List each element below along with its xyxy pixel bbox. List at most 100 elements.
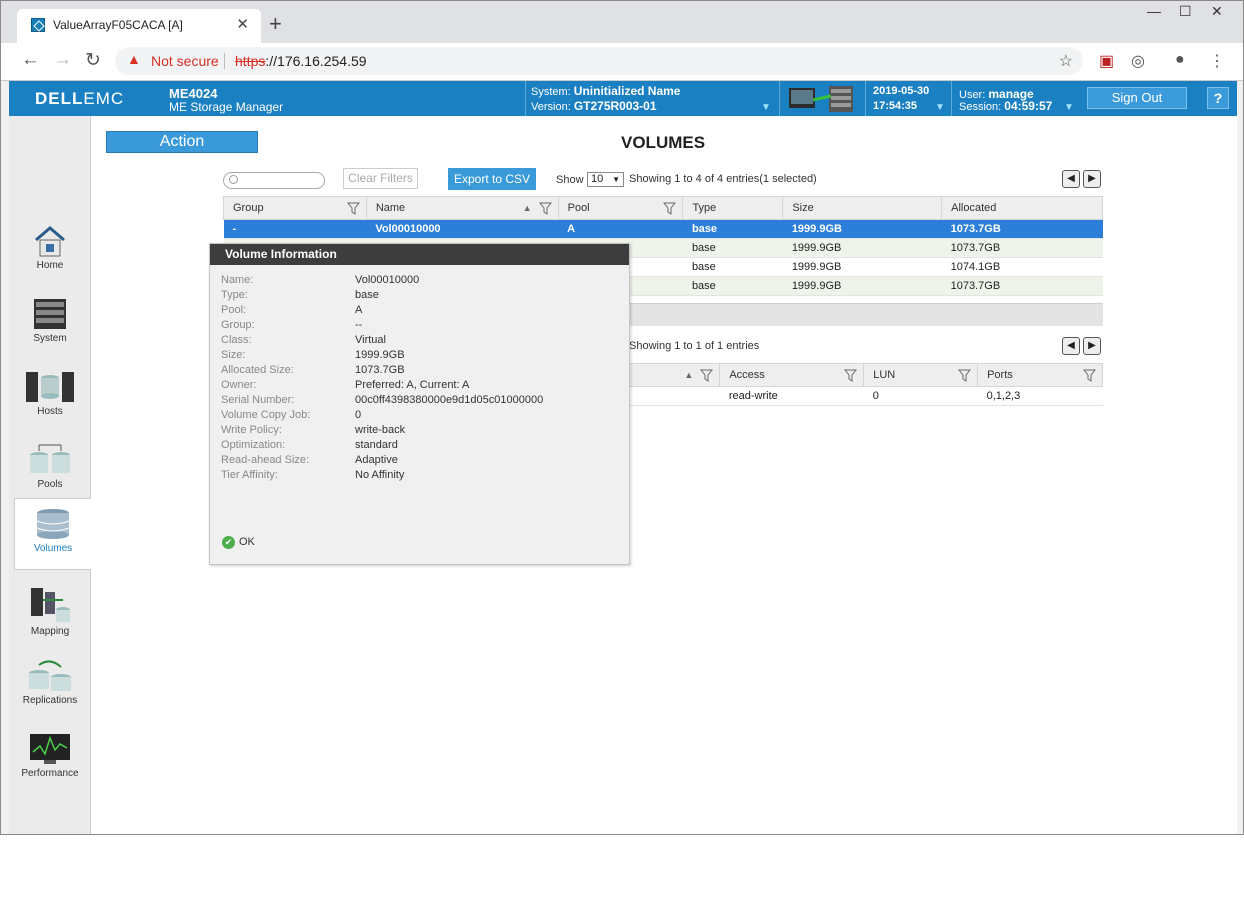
column-header-ports[interactable]: Ports	[977, 363, 1103, 387]
column-header-type[interactable]: Type	[682, 196, 784, 220]
filter-icon[interactable]	[346, 202, 360, 215]
column-header-name[interactable]: Name ▲	[365, 196, 559, 220]
clear-filters-button[interactable]: Clear Filters	[343, 168, 418, 189]
header-divider	[779, 81, 780, 116]
field-label: Serial Number:	[221, 394, 295, 406]
header-divider	[865, 81, 866, 116]
column-header-group[interactable]: Group	[223, 196, 367, 220]
new-tab-icon[interactable]: +	[269, 11, 282, 37]
expand-arrow-icon[interactable]: ▼	[1064, 102, 1074, 113]
browser-tab[interactable]: ValueArrayF05CACA [A] ✕	[17, 9, 261, 43]
field-label: Read-ahead Size:	[221, 454, 310, 466]
field-value: Vol00010000	[355, 274, 420, 286]
reload-icon[interactable]: ↻	[85, 49, 101, 72]
filter-icon[interactable]	[958, 369, 972, 382]
cell-allocated: 1074.1GB	[941, 257, 1103, 277]
help-button[interactable]: ?	[1207, 87, 1229, 109]
check-icon: ✔	[222, 536, 235, 549]
session-info: Session: 04:59:57	[959, 99, 1052, 113]
nav-item-mapping[interactable]: Mapping	[15, 578, 85, 646]
pdf-extension-icon[interactable]: ▣	[1099, 51, 1114, 71]
search-input[interactable]	[223, 172, 325, 189]
forward-icon[interactable]: →	[53, 49, 72, 71]
filter-icon[interactable]	[538, 202, 552, 215]
mapping-next-page-button[interactable]: ▶	[1083, 337, 1101, 355]
bookmark-star-icon[interactable]: ☆	[1059, 51, 1073, 71]
version-label: Version:	[531, 101, 571, 113]
expand-arrow-icon[interactable]: ▼	[935, 102, 945, 113]
column-label: Access	[729, 369, 765, 381]
mapping-prev-page-button[interactable]: ◀	[1062, 337, 1080, 355]
field-value: Preferred: A, Current: A	[355, 379, 470, 391]
sort-asc-icon[interactable]: ▲	[523, 203, 532, 213]
left-nav: Home System Hosts Pools Volumes Mapping …	[9, 116, 91, 834]
nav-item-performance[interactable]: Performance	[15, 724, 85, 792]
export-csv-button[interactable]: Export to CSV	[448, 168, 536, 190]
nav-item-system[interactable]: System	[15, 289, 85, 357]
system-icon	[34, 299, 66, 329]
cell-size: 1999.9GB	[782, 219, 942, 239]
field-label: Allocated Size:	[221, 364, 294, 376]
system-info[interactable]: System: Uninitialized Name	[531, 84, 680, 98]
close-tab-icon[interactable]: ✕	[236, 15, 249, 33]
minimize-icon[interactable]: —	[1147, 3, 1161, 19]
next-page-button[interactable]: ▶	[1083, 170, 1101, 188]
field-value: 00c0ff4398380000e9d1d05c01000000	[355, 394, 544, 406]
column-header-access[interactable]: Access	[719, 363, 865, 387]
back-icon[interactable]: ←	[21, 49, 40, 71]
column-header-allocated[interactable]: Allocated	[941, 196, 1103, 220]
nav-item-pools[interactable]: Pools	[15, 435, 85, 503]
url-separator	[224, 53, 225, 69]
extension-icon[interactable]: ◎	[1131, 51, 1145, 71]
table-row[interactable]: - Vol00010000 Abase 1999.9GB 1073.7GB	[223, 219, 1103, 239]
nav-item-hosts[interactable]: Hosts	[15, 362, 85, 430]
column-header-lun[interactable]: LUN	[863, 363, 979, 387]
filter-icon[interactable]	[700, 369, 714, 382]
nav-item-replications[interactable]: Replications	[15, 651, 85, 719]
column-header-size[interactable]: Size	[782, 196, 943, 220]
ok-button[interactable]: ✔ OK	[222, 536, 255, 549]
menu-icon[interactable]: ⋮	[1209, 51, 1225, 71]
filter-icon[interactable]	[1083, 369, 1096, 382]
filter-icon[interactable]	[844, 369, 858, 382]
cell-allocated: 1073.7GB	[941, 238, 1103, 258]
page-size-value: 10	[591, 173, 604, 185]
field-value: 0	[355, 409, 362, 421]
nav-item-home[interactable]: Home	[15, 216, 85, 284]
prev-page-button[interactable]: ◀	[1062, 170, 1080, 188]
field-label: Volume Copy Job:	[221, 409, 311, 421]
field-value: 1073.7GB	[355, 364, 405, 376]
system-status-icon[interactable]	[787, 84, 857, 114]
field-value: A	[355, 304, 363, 316]
expand-arrow-icon[interactable]: ▼	[761, 102, 771, 113]
column-label: Name	[375, 202, 406, 214]
cell-type: base	[682, 276, 783, 296]
cell-pool: A	[558, 219, 683, 239]
browser-tab-strip: ValueArrayF05CACA [A] ✕ + — ☐ ✕	[1, 1, 1243, 43]
cell-group: -	[223, 219, 367, 239]
sort-asc-icon[interactable]: ▲	[684, 370, 693, 380]
nav-label: Volumes	[33, 543, 73, 554]
field-value: Virtual	[355, 334, 386, 346]
close-window-icon[interactable]: ✕	[1211, 3, 1223, 20]
page-size-select[interactable]: 10	[587, 172, 624, 187]
field-label: Owner:	[221, 379, 257, 391]
mapping-icon	[31, 588, 70, 622]
filter-icon[interactable]	[663, 202, 677, 215]
cell-lun: 0	[863, 386, 978, 406]
column-label: LUN	[873, 369, 896, 381]
action-button[interactable]: Action	[106, 131, 258, 153]
volume-information-popup: Volume Information Name: Vol00010000 Type:…	[209, 243, 630, 565]
field-value: --	[355, 319, 363, 331]
url-field[interactable]: ▲ Not secure https://176.16.254.59 ☆	[115, 47, 1083, 75]
field-value: 1999.9GB	[355, 349, 405, 361]
column-header-pool[interactable]: Pool	[557, 196, 684, 220]
maximize-icon[interactable]: ☐	[1179, 3, 1192, 20]
manager-name: ME Storage Manager	[169, 100, 284, 114]
field-label: Type:	[221, 289, 248, 301]
nav-item-volumes[interactable]: Volumes	[14, 498, 91, 570]
profile-icon[interactable]: ●	[1175, 51, 1185, 69]
sign-out-button[interactable]: Sign Out	[1087, 87, 1187, 109]
field-value: standard	[355, 439, 398, 451]
time-text: 17:54:35	[873, 100, 918, 112]
